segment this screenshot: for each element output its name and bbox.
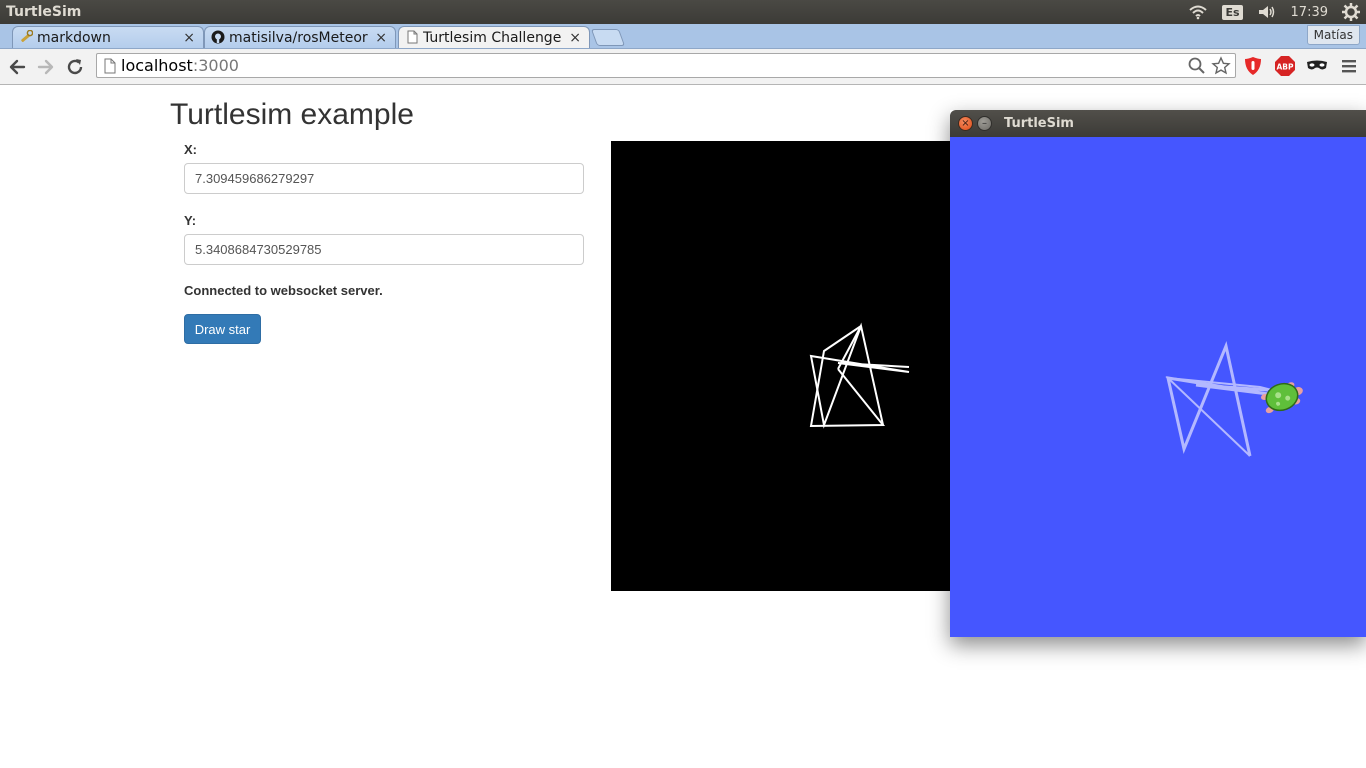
window-close-icon[interactable]: × xyxy=(958,116,973,131)
adblock-label: ABP xyxy=(1276,63,1294,72)
clock[interactable]: 17:39 xyxy=(1291,5,1328,20)
github-icon xyxy=(211,30,225,44)
tab-turtlesim-challenge[interactable]: Turtlesim Challenge × xyxy=(398,26,590,48)
menu-hamburger-icon[interactable] xyxy=(1338,55,1360,77)
wifi-icon[interactable] xyxy=(1188,4,1208,20)
tab-close-icon[interactable]: × xyxy=(375,30,387,46)
bookmark-star-icon[interactable] xyxy=(1211,56,1231,80)
tab-label: matisilva/rosMeteor xyxy=(229,29,368,46)
page-title: Turtlesim example xyxy=(170,98,414,131)
browser-tab-strip: markdown × matisilva/rosMeteor × Turtles… xyxy=(0,24,1366,49)
reload-icon[interactable] xyxy=(64,56,86,78)
mask-extension-icon[interactable] xyxy=(1306,55,1328,77)
volume-icon[interactable] xyxy=(1257,4,1277,20)
new-tab-button[interactable] xyxy=(590,29,626,46)
turtlesim-window: × – TurtleSim xyxy=(950,110,1366,637)
y-coordinate-input[interactable] xyxy=(184,234,584,265)
tab-github-rosmeteor[interactable]: matisilva/rosMeteor × xyxy=(204,26,396,48)
turtlesim-canvas xyxy=(950,137,1366,637)
os-indicators: Es 17:39 xyxy=(1188,3,1360,21)
os-top-panel: TurtleSim Es 17:39 xyxy=(0,0,1366,24)
page-info-icon[interactable] xyxy=(103,58,117,78)
browser-toolbar: localhost:3000 ABP xyxy=(0,49,1366,85)
x-coordinate-input[interactable] xyxy=(184,163,584,194)
address-bar[interactable]: localhost:3000 xyxy=(96,53,1236,78)
draw-star-button[interactable]: Draw star xyxy=(184,314,261,344)
turtlesim-titlebar[interactable]: × – TurtleSim xyxy=(950,110,1366,137)
tab-label: Turtlesim Challenge xyxy=(423,29,562,46)
turtle-trail xyxy=(1166,340,1269,457)
active-app-title: TurtleSim xyxy=(6,4,82,20)
star-path xyxy=(809,322,910,429)
x-label: X: xyxy=(184,142,197,157)
url-host: localhost xyxy=(121,56,193,75)
tab-label: markdown xyxy=(37,29,111,46)
web-turtle-canvas xyxy=(611,141,951,591)
window-minimize-icon[interactable]: – xyxy=(977,116,992,131)
wrench-icon xyxy=(19,29,34,44)
back-arrow-icon[interactable] xyxy=(6,56,28,78)
y-label: Y: xyxy=(184,213,197,228)
turtlesim-window-title: TurtleSim xyxy=(1004,116,1074,131)
turtlesim-star-drawing xyxy=(1165,340,1303,457)
system-gear-icon[interactable] xyxy=(1342,3,1360,21)
zoom-magnifier-icon[interactable] xyxy=(1187,56,1207,80)
extension-icons: ABP xyxy=(1242,55,1360,77)
profile-button[interactable]: Matías xyxy=(1306,25,1360,45)
turtle-icon xyxy=(1261,382,1303,414)
forward-arrow-icon[interactable] xyxy=(35,56,57,78)
url-port: :3000 xyxy=(192,56,239,75)
page-icon xyxy=(405,30,419,44)
tab-close-icon[interactable]: × xyxy=(183,30,195,46)
keyboard-language-indicator[interactable]: Es xyxy=(1222,4,1243,20)
shield-extension-icon[interactable] xyxy=(1242,55,1264,77)
tab-markdown[interactable]: markdown × xyxy=(12,26,204,48)
tab-close-icon[interactable]: × xyxy=(569,30,581,46)
connection-status: Connected to websocket server. xyxy=(184,283,383,298)
adblock-plus-icon[interactable]: ABP xyxy=(1274,55,1296,77)
web-star-drawing xyxy=(809,322,910,429)
